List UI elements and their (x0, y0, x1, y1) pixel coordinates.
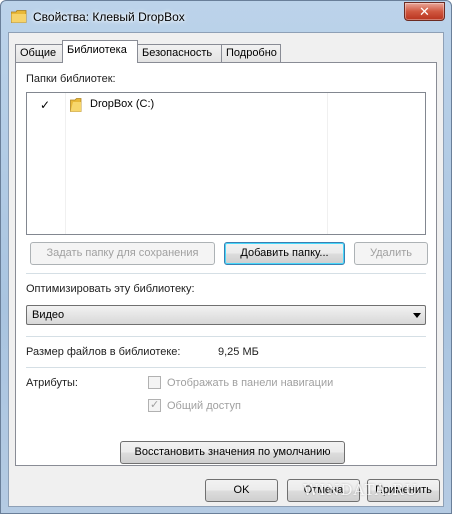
divider (26, 367, 426, 368)
library-folders-list[interactable]: ✓ DropBox (C:) (26, 92, 426, 235)
default-save-location-check-icon: ✓ (40, 98, 51, 112)
tab-general[interactable]: Общие (15, 44, 63, 62)
window-title: Свойства: Клевый DropBox (33, 10, 185, 24)
title-bar[interactable]: Свойства: Клевый DropBox ✕ (1, 1, 451, 33)
dialog-client-area: Общие Библиотека Безопасность Подробно П… (8, 32, 444, 507)
cancel-button[interactable]: Отмена (287, 479, 360, 502)
library-size-label: Размер файлов в библиотеке: (26, 346, 181, 358)
add-folder-button[interactable]: Добавить папку... (224, 242, 345, 265)
show-in-navigation-label: Отображать в панели навигации (167, 377, 334, 389)
ok-button[interactable]: OK (205, 479, 278, 502)
chevron-down-icon (413, 313, 421, 318)
close-icon: ✕ (419, 4, 430, 19)
divider (26, 273, 426, 274)
apply-button[interactable]: Применить (367, 479, 440, 502)
shared-access-checkbox[interactable]: ✓ (148, 399, 161, 412)
tab-library[interactable]: Библиотека (62, 40, 138, 63)
properties-window: Свойства: Клевый DropBox ✕ Общие Библиот… (0, 0, 452, 514)
show-in-navigation-checkbox[interactable] (148, 376, 161, 389)
attributes-label: Атрибуты: (26, 377, 78, 389)
folder-icon (70, 98, 82, 112)
shared-access-label: Общий доступ (167, 400, 241, 412)
optimize-selected-value: Видео (32, 309, 65, 321)
library-folder-icon (11, 10, 27, 23)
library-folders-label: Папки библиотек: (26, 73, 116, 85)
restore-defaults-button[interactable]: Восстановить значения по умолчанию (120, 441, 345, 464)
divider (26, 336, 426, 337)
tab-details[interactable]: Подробно (221, 44, 281, 62)
library-tab-panel: Папки библиотек: ✓ DropBox (C:) Задать п… (15, 62, 437, 466)
library-size-value: 9,25 МБ (218, 346, 259, 358)
set-save-folder-button[interactable]: Задать папку для сохранения (30, 242, 215, 265)
tab-security[interactable]: Безопасность (137, 44, 222, 62)
list-item[interactable]: ✓ DropBox (C:) (27, 93, 425, 115)
checkmark-icon: ✓ (150, 399, 160, 411)
remove-folder-button[interactable]: Удалить (354, 242, 428, 265)
optimize-library-select[interactable]: Видео (26, 305, 426, 325)
close-button[interactable]: ✕ (404, 2, 445, 21)
folder-name: DropBox (C:) (90, 98, 155, 110)
optimize-label: Оптимизировать эту библиотеку: (26, 283, 195, 295)
